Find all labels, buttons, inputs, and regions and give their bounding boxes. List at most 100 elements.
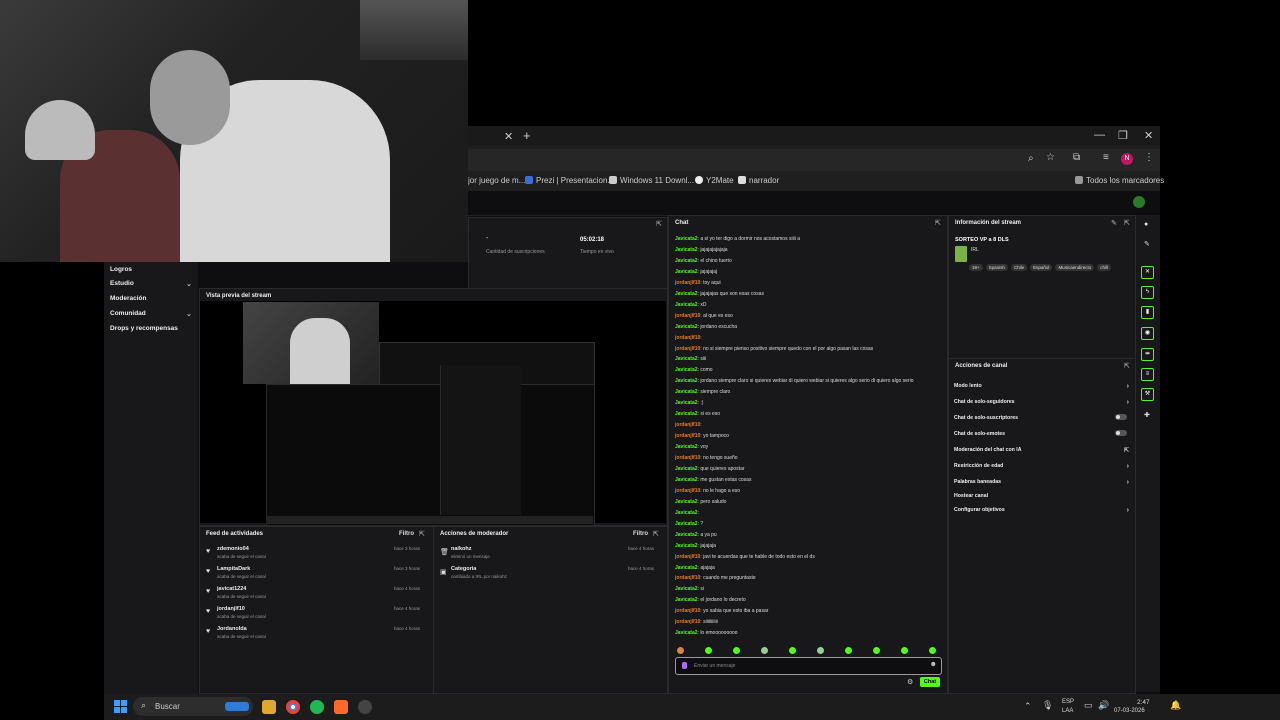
clock-time[interactable]: 2:47	[1137, 699, 1150, 706]
action-solo-suscriptores[interactable]: Chat de solo-suscriptores	[954, 414, 1129, 421]
close-tab-icon[interactable]: ✕	[504, 130, 513, 143]
chat-username[interactable]: Javicata2	[675, 324, 698, 330]
close-window-icon[interactable]: ✕	[1144, 129, 1153, 142]
chat-username[interactable]: jordanjlf10	[675, 608, 700, 614]
popout-icon[interactable]: ⇱	[1124, 219, 1130, 227]
clock-date[interactable]: 07-03-2026	[1114, 708, 1145, 714]
mic-icon[interactable]: 🎙	[1042, 700, 1053, 711]
chat-username[interactable]: Javicata2	[675, 630, 698, 636]
feed-user[interactable]: LampitaDark	[217, 566, 250, 572]
emote-icon[interactable]	[845, 647, 852, 654]
popout-icon[interactable]: ⇱	[419, 530, 425, 538]
monitor-icon[interactable]: ▭	[1084, 700, 1093, 711]
action-solo-seguidores[interactable]: Chat de solo-seguidores ›	[954, 399, 1129, 406]
chat-username[interactable]: Javicata2	[675, 378, 698, 384]
action-configurar-objetivos[interactable]: Configurar objetivos ›	[954, 507, 1129, 514]
add-widget-icon[interactable]: ✚	[1144, 411, 1150, 419]
chat-username[interactable]: jordanjlf10	[675, 313, 700, 319]
settings-icon[interactable]: ⚙	[907, 678, 913, 686]
filter-button[interactable]: Filtro	[633, 531, 648, 537]
chat-username[interactable]: Javicata2	[675, 565, 698, 571]
browser-menu-icon[interactable]: ⋮	[1144, 152, 1154, 163]
emote-icon[interactable]	[789, 647, 796, 654]
chrome-icon[interactable]	[286, 700, 300, 714]
rail-bolt-icon[interactable]: ϟ	[1141, 286, 1154, 299]
user-avatar[interactable]	[1133, 196, 1145, 208]
volume-icon[interactable]: 🔊	[1098, 700, 1109, 711]
popout-icon[interactable]: ⇱	[1124, 362, 1130, 370]
windows-start-icon[interactable]	[114, 700, 128, 714]
bookmark-item[interactable]: narrador	[738, 176, 779, 185]
nav-comunidad[interactable]: Comunidad ⌄	[110, 310, 192, 318]
chat-username[interactable]: Javicata2	[675, 521, 698, 527]
chat-username[interactable]: Javicata2	[675, 247, 698, 253]
emoji-icon[interactable]: ☻	[930, 661, 937, 668]
chat-username[interactable]: jordanjlf10	[675, 455, 700, 461]
feed-user[interactable]: javicat1224	[217, 586, 246, 592]
bookmark-item[interactable]: Y2Mate	[695, 176, 734, 185]
rail-tools-icon[interactable]: ⚒	[1141, 388, 1154, 401]
filter-button[interactable]: Filtro	[399, 531, 414, 537]
dot-icon[interactable]: ●	[1144, 221, 1148, 228]
chat-username[interactable]: Javicata2	[675, 411, 698, 417]
taskbar-search[interactable]: ⌕ Buscar	[133, 697, 253, 716]
extensions-icon[interactable]: ⧉	[1073, 152, 1080, 163]
chat-username[interactable]: jordanjlf10	[675, 335, 700, 341]
popout-icon[interactable]: ⇱	[653, 530, 659, 538]
toggle-switch[interactable]	[1115, 430, 1127, 436]
stream-category[interactable]: IRL	[971, 247, 979, 253]
toggle-switch[interactable]	[1115, 414, 1127, 420]
chat-username[interactable]: Javicata2	[675, 499, 698, 505]
app2-icon[interactable]	[358, 700, 372, 714]
chat-username[interactable]: jordanjlf10	[675, 280, 700, 286]
chat-username[interactable]: Javicata2	[675, 236, 698, 242]
chat-username[interactable]: Javicata2	[675, 356, 698, 362]
chat-send-button[interactable]: Chat	[920, 677, 940, 687]
lang-indicator[interactable]: ESP	[1062, 699, 1074, 705]
popout-icon[interactable]: ⇱	[656, 220, 662, 228]
action-palabras-baneadas[interactable]: Palabras baneadas ›	[954, 479, 1129, 486]
chat-username[interactable]: jordanjlf10	[675, 575, 700, 581]
action-restriccion-edad[interactable]: Restricción de edad ›	[954, 463, 1129, 470]
chat-username[interactable]: Javicata2	[675, 586, 698, 592]
chat-username[interactable]: jordanjlf10	[675, 488, 700, 494]
spotify-icon[interactable]	[310, 700, 324, 714]
chat-username[interactable]: Javicata2	[675, 510, 698, 516]
chat-username[interactable]: Javicata2	[675, 400, 698, 406]
tray-chevron-icon[interactable]: ⌃	[1024, 701, 1032, 712]
emote-icon[interactable]	[733, 647, 740, 654]
nav-logros[interactable]: Logros	[110, 266, 132, 273]
chat-username[interactable]: Javicata2	[675, 543, 698, 549]
maximize-icon[interactable]: ❐	[1118, 129, 1128, 142]
nav-drops[interactable]: Drops y recompensas	[110, 325, 178, 332]
chat-username[interactable]: Javicata2	[675, 302, 698, 308]
chat-username[interactable]: Javicata2	[675, 477, 698, 483]
rail-close-icon[interactable]: ✕	[1141, 266, 1154, 279]
chat-username[interactable]: Javicata2	[675, 389, 698, 395]
chat-username[interactable]: jordanjlf10	[675, 554, 700, 560]
bookmark-item[interactable]: Todos los marcadores	[1075, 176, 1164, 185]
feed-user[interactable]: zdemonio04	[217, 546, 249, 552]
edit-icon[interactable]: ✎	[1111, 219, 1117, 227]
media-icon[interactable]: ≡	[1103, 152, 1109, 163]
new-tab-icon[interactable]: +	[523, 128, 531, 143]
emote-icon[interactable]	[929, 647, 936, 654]
rail-list-icon[interactable]: ≡	[1141, 368, 1154, 381]
action-moderacion-ia[interactable]: Moderación del chat con IA ⇱	[954, 447, 1129, 454]
action-modo-lento[interactable]: Modo lento ›	[954, 383, 1129, 390]
chat-username[interactable]: Javicata2	[675, 597, 698, 603]
profile-avatar[interactable]: N	[1121, 153, 1133, 165]
chat-username[interactable]: Javicata2	[675, 269, 698, 275]
nav-moderacion[interactable]: Moderación	[110, 295, 146, 302]
feed-user[interactable]: Jordanolda	[217, 626, 247, 632]
mod-user[interactable]: naikohz	[451, 546, 471, 552]
emote-icon[interactable]	[677, 647, 684, 654]
pen-icon[interactable]: ✎	[1144, 240, 1150, 248]
nav-estudio[interactable]: Estudio ⌄	[110, 280, 192, 288]
popout-icon[interactable]: ⇱	[935, 219, 941, 227]
emote-icon[interactable]	[705, 647, 712, 654]
app-icon[interactable]	[334, 700, 348, 714]
bookmark-item[interactable]: Prezi | Presentacion...	[525, 176, 614, 185]
feed-user[interactable]: jordanjlf10	[217, 606, 245, 612]
chat-username[interactable]: jordanjlf10	[675, 346, 700, 352]
